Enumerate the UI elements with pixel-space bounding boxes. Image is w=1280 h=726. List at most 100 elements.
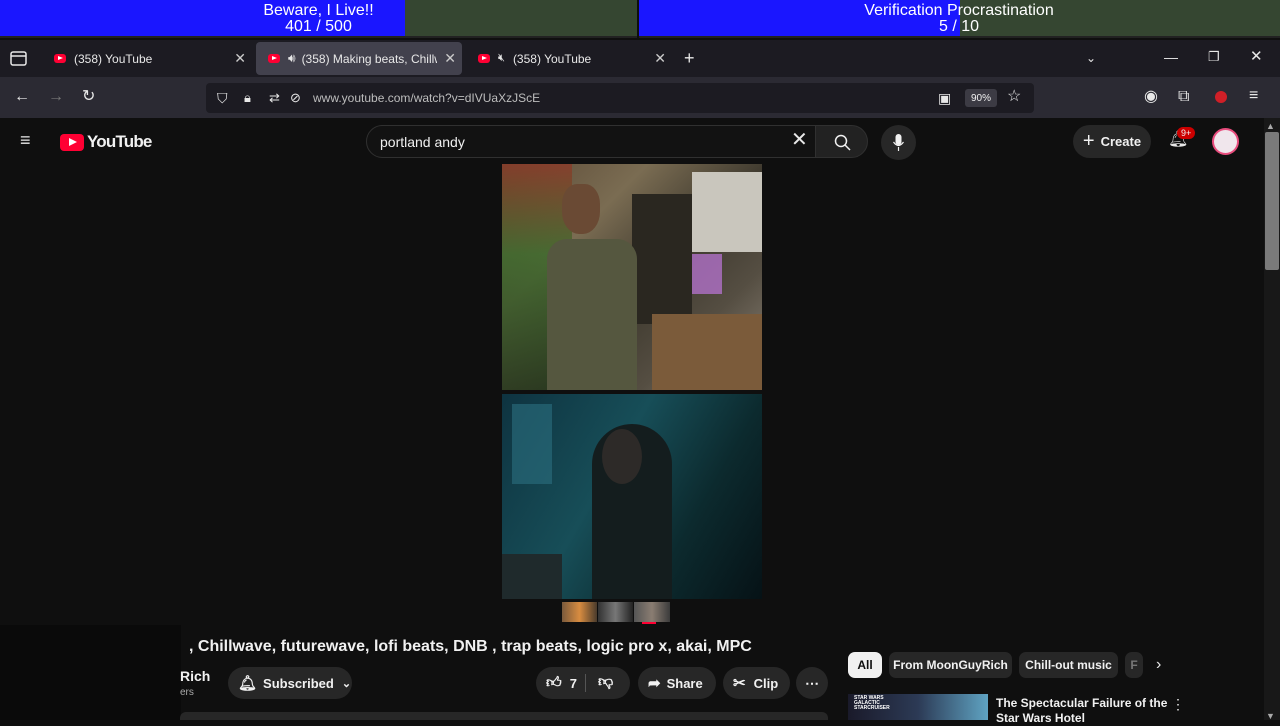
close-icon[interactable]: ✕ (234, 50, 246, 67)
speaker-icon[interactable]: 🔊︎ (288, 51, 296, 66)
picture-in-picture-icon[interactable]: ▣ (938, 90, 951, 106)
back-icon[interactable]: ← (14, 89, 30, 105)
bell-icon: 🔔︎ (238, 675, 258, 692)
storyboard-thumb[interactable] (634, 602, 670, 622)
search-icon (834, 134, 851, 151)
lock-icon[interactable]: 🔒︎ (244, 90, 251, 106)
chevron-down-icon: ⌄ (341, 677, 352, 690)
video-feed-bottom[interactable] (502, 394, 762, 599)
tab-youtube-3[interactable]: 🔇︎ (358) YouTube ✕ (466, 42, 672, 75)
menu-icon[interactable]: ≡ (1249, 88, 1258, 104)
chip-from-moonguyrich[interactable]: From MoonGuyRich (889, 652, 1012, 678)
bookmark-star-icon[interactable]: ☆ (1007, 89, 1021, 105)
youtube-logo-text: YouTube (87, 132, 152, 151)
tab-youtube-1[interactable]: (358) YouTube ✕ (42, 42, 252, 75)
progress-bar-beware: Beware, I Live!! 401 / 500 (0, 0, 637, 38)
video-title: , Chillwave, futurewave, lofi beats, DNB… (189, 638, 752, 655)
close-icon[interactable]: ✕ (654, 50, 666, 67)
tracking-blocked-icon[interactable]: ⊘ (290, 90, 301, 106)
tab-label: (358) Making beats, Chillwa (301, 51, 437, 66)
search-box[interactable]: portland andy ✕ (366, 125, 816, 158)
progress-count-verification: 5 / 10 (938, 18, 980, 35)
reload-icon[interactable]: ↻ (82, 89, 95, 105)
share-label: Share (666, 675, 703, 691)
share-button[interactable]: ➦ Share (638, 667, 716, 699)
subscribed-button[interactable]: 🔔︎ Subscribed ⌄ (228, 667, 352, 699)
zoom-level[interactable]: 90% (965, 89, 997, 107)
dislike-icon[interactable]: 👎︎ (598, 673, 613, 691)
storyboard-thumb[interactable] (598, 602, 633, 622)
scrollbar-thumb[interactable] (1265, 132, 1279, 270)
like-icon[interactable]: 👍︎ (546, 674, 562, 692)
chip-chill-out-music[interactable]: Chill-out music (1019, 652, 1118, 678)
shield-icon[interactable]: ⛉ (217, 90, 228, 106)
window-close-icon[interactable]: ✕ (1250, 49, 1263, 65)
clip-label: Clip (753, 675, 779, 691)
url-field[interactable]: ⛉ 🔒︎ ⇄ ⊘ www.youtube.com/watch?v=dIVUaXz… (206, 83, 1034, 113)
channel-name[interactable]: Rich (180, 668, 210, 684)
voice-search-button[interactable] (881, 125, 916, 160)
muted-speaker-icon[interactable]: 🔇︎ (498, 52, 505, 65)
video-feed-top[interactable] (502, 164, 762, 390)
youtube-logo[interactable]: YouTube (60, 132, 152, 152)
chip-all[interactable]: All (848, 652, 882, 678)
extensions-icon[interactable]: ⧉ (1178, 89, 1189, 105)
guide-menu-icon[interactable]: ≡ (20, 131, 31, 149)
youtube-logo-icon (60, 133, 84, 151)
clear-search-icon[interactable]: ✕ (791, 130, 808, 150)
recommended-title[interactable]: The Spectacular Failure of the Star Wars… (996, 696, 1167, 726)
progress-bar-verification: Verification Procrastination 5 / 10 (639, 0, 1280, 38)
plus-icon: + (1082, 130, 1095, 152)
create-label: Create (1100, 134, 1142, 149)
more-vertical-icon[interactable]: ⋮ (1171, 696, 1185, 712)
scrub-indicator (642, 622, 656, 624)
search-input[interactable]: portland andy (380, 134, 465, 150)
scroll-down-arrow-icon[interactable]: ▼ (1266, 708, 1275, 724)
url-text[interactable]: www.youtube.com/watch?v=dIVUaXzJScE (313, 91, 540, 105)
recommended-thumbnail[interactable]: STAR WARS GALACTIC STARCRUISER (848, 694, 988, 720)
youtube-favicon-icon (54, 54, 66, 63)
tab-label: (358) YouTube (512, 51, 592, 66)
close-icon[interactable]: ✕ (444, 50, 456, 67)
chip-partial[interactable]: F (1125, 652, 1143, 678)
create-button[interactable]: + Create (1073, 125, 1151, 158)
forward-icon[interactable]: → (48, 89, 64, 105)
microphone-icon (893, 134, 904, 151)
tab-label: (358) YouTube (74, 51, 153, 66)
more-horizontal-icon: ⋯ (805, 674, 819, 691)
navigation-bar: ← → ↻ ⛉ 🔒︎ ⇄ ⊘ www.youtube.com/watch?v=d… (0, 77, 1280, 118)
search-button[interactable] (815, 125, 868, 158)
youtube-favicon-icon (268, 54, 280, 63)
recommended-title-line: The Spectacular Failure of the (996, 696, 1168, 710)
progress-title-verification: Verification Procrastination (864, 2, 1054, 19)
youtube-header: ≡ YouTube portland andy ✕ + Create 🔔︎ 9+ (0, 118, 1264, 164)
progress-title-beware: Beware, I Live!! (263, 2, 374, 19)
tab-making-beats[interactable]: 🔊︎ (358) Making beats, Chillwa ✕ (256, 42, 462, 75)
chevron-right-icon[interactable]: › (1156, 657, 1161, 673)
subscribed-label: Subscribed (263, 675, 334, 691)
new-tab-icon[interactable]: + (684, 49, 695, 67)
like-count[interactable]: 7 (570, 676, 577, 691)
notification-badge: 9+ (1177, 127, 1196, 139)
thumb-text: STARCRUISER (854, 705, 890, 711)
more-actions-button[interactable]: ⋯ (796, 667, 828, 699)
minimize-icon[interactable]: — (1164, 49, 1178, 65)
youtube-favicon-icon (478, 54, 490, 63)
extension-record-icon[interactable] (1215, 91, 1227, 103)
storyboard-thumb[interactable] (562, 602, 597, 622)
clip-button[interactable]: ✂ Clip (723, 667, 790, 699)
avatar[interactable] (1212, 128, 1239, 155)
share-icon: ➦ (648, 675, 661, 692)
subscriber-count: ers (180, 687, 194, 698)
scissors-icon: ✂ (733, 675, 746, 692)
account-icon[interactable]: ◉ (1144, 89, 1158, 105)
left-panel (0, 625, 181, 720)
description-box[interactable] (180, 712, 828, 720)
tab-bar: (358) YouTube ✕ 🔊︎ (358) Making beats, C… (0, 40, 1280, 77)
tab-overview-icon[interactable] (10, 51, 27, 70)
permissions-icon[interactable]: ⇄ (269, 90, 280, 106)
restore-icon[interactable]: ❐ (1208, 49, 1220, 65)
tab-list-chevron-icon[interactable]: ⌄ (1086, 50, 1096, 66)
progress-count-beware: 401 / 500 (285, 18, 352, 35)
scroll-up-arrow-icon[interactable]: ▲ (1266, 118, 1275, 134)
